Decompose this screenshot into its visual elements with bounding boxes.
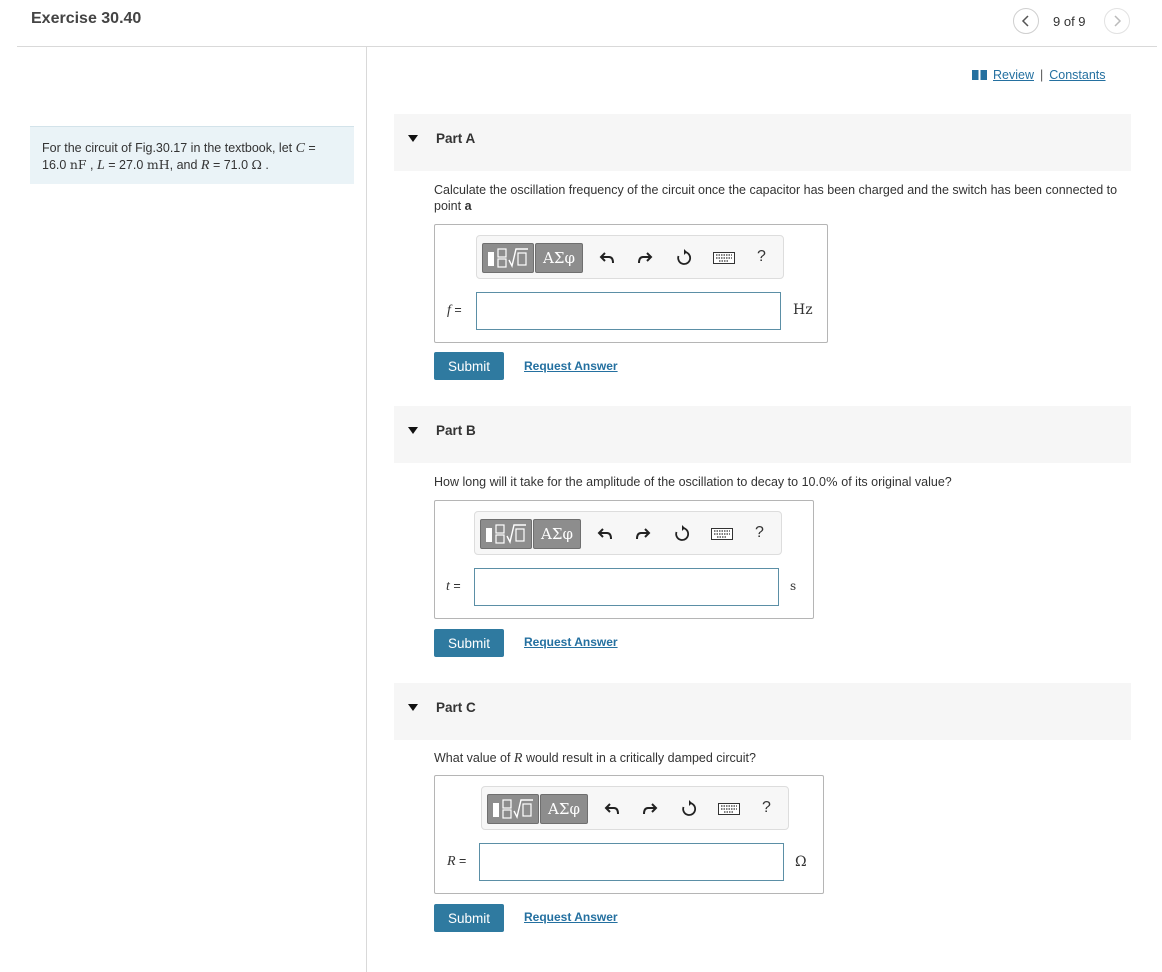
redo-icon[interactable] (640, 799, 660, 819)
problem-and: , and (169, 158, 201, 172)
part-a-title: Part A (436, 131, 476, 146)
part-b-math-toolbar: ΑΣφ ? (474, 511, 782, 555)
part-c-request-answer-link[interactable]: Request Answer (524, 910, 618, 924)
part-b-unit: s (790, 579, 797, 593)
part-b-question-percent: % (825, 474, 838, 489)
templates-icon (493, 799, 533, 820)
book-icon (972, 70, 987, 80)
part-a-unit: Hz (793, 302, 813, 318)
collapse-triangle-icon[interactable] (408, 427, 418, 434)
templates-button[interactable] (480, 519, 532, 549)
help-button[interactable]: ? (757, 248, 766, 266)
part-c-question-post: would result in a critically damped circ… (522, 751, 756, 765)
help-button[interactable]: ? (755, 524, 764, 542)
part-b-question-end: of its original value? (837, 475, 952, 489)
next-button[interactable] (1104, 8, 1130, 34)
part-c-answer-input[interactable] (479, 843, 784, 881)
greek-symbols-button[interactable]: ΑΣφ (535, 243, 583, 273)
review-link[interactable]: Review (993, 68, 1034, 82)
part-b-eq: = (449, 579, 461, 593)
part-c-header[interactable]: Part C (394, 683, 1131, 740)
keyboard-icon[interactable] (717, 799, 741, 819)
part-c-var: R (447, 854, 456, 869)
exercise-title: Exercise 30.40 (31, 10, 142, 27)
chevron-right-icon (1114, 15, 1122, 27)
part-a-answer-box: ΑΣφ ? f = Hz (434, 224, 828, 343)
resistance-value: 71.0 (223, 158, 249, 172)
part-a-math-toolbar: ΑΣφ ? (476, 235, 784, 279)
greek-symbols-button[interactable]: ΑΣφ (540, 794, 588, 824)
part-a-request-answer-link[interactable]: Request Answer (524, 359, 618, 373)
reset-icon[interactable] (679, 799, 699, 819)
link-separator: | (1040, 68, 1044, 82)
part-a-question: Calculate the oscillation frequency of t… (434, 182, 1134, 214)
part-c-submit-button[interactable]: Submit (434, 904, 504, 932)
part-c-eq: = (455, 854, 467, 868)
problem-statement: For the circuit of Fig.30.17 in the text… (30, 126, 354, 184)
pager: 9 of 9 (1053, 14, 1086, 29)
part-b-title: Part B (436, 423, 476, 438)
part-b-question-number: 10.0 (801, 475, 826, 489)
part-b-request-answer-link[interactable]: Request Answer (524, 635, 618, 649)
reset-icon[interactable] (672, 524, 692, 544)
capacitance-value: 16.0 (42, 158, 67, 172)
part-a-header[interactable]: Part A (394, 114, 1131, 171)
redo-icon[interactable] (635, 248, 655, 268)
inductance-value: 27.0 (119, 158, 144, 172)
resistance-unit: Ω (251, 157, 262, 172)
capacitance-eq: = (304, 141, 316, 155)
help-button[interactable]: ? (762, 799, 771, 817)
left-pane: For the circuit of Fig.30.17 in the text… (0, 47, 367, 972)
resistance-eq: = (209, 158, 224, 172)
part-a-submit-button[interactable]: Submit (434, 352, 504, 380)
inductance-var: L (96, 158, 105, 173)
templates-icon (488, 248, 528, 269)
collapse-triangle-icon[interactable] (408, 704, 418, 711)
top-bar: Exercise 30.40 9 of 9 (0, 0, 1162, 48)
part-b-question: How long will it take for the amplitude … (434, 474, 1134, 490)
chevron-left-icon (1021, 15, 1029, 27)
redo-icon[interactable] (633, 524, 653, 544)
part-c-var-label: R = (447, 854, 466, 870)
part-a-answer-input[interactable] (476, 292, 781, 330)
constants-link[interactable]: Constants (1049, 68, 1105, 82)
part-c-title: Part C (436, 700, 476, 715)
part-c-math-toolbar: ΑΣφ ? (481, 786, 789, 830)
templates-button[interactable] (482, 243, 534, 273)
reset-icon[interactable] (674, 248, 694, 268)
part-c-unit: Ω (795, 854, 807, 870)
templates-button[interactable] (487, 794, 539, 824)
part-a-eq: = (450, 303, 462, 317)
part-a-question-point: a (464, 199, 472, 213)
problem-intro: For the circuit of Fig.30.17 in the text… (42, 141, 296, 155)
undo-icon[interactable] (597, 248, 617, 268)
part-a-question-text: Calculate the oscillation frequency of t… (434, 183, 1118, 213)
capacitance-unit: nF (69, 157, 87, 172)
part-c-question-pre: What value of (434, 751, 514, 765)
part-b-answer-box: ΑΣφ ? t = s (434, 500, 814, 619)
templates-icon (486, 524, 526, 545)
part-b-submit-button[interactable]: Submit (434, 629, 504, 657)
keyboard-icon[interactable] (710, 524, 734, 544)
undo-icon[interactable] (602, 799, 622, 819)
inductance-eq: = (104, 158, 120, 172)
part-b-answer-input[interactable] (474, 568, 779, 606)
resource-links: Review | Constants (972, 68, 1106, 82)
part-b-var-label: t = (446, 579, 461, 595)
greek-symbols-button[interactable]: ΑΣφ (533, 519, 581, 549)
previous-button[interactable] (1013, 8, 1039, 34)
undo-icon[interactable] (595, 524, 615, 544)
keyboard-icon[interactable] (712, 248, 736, 268)
part-c-question: What value of R would result in a critic… (434, 750, 1134, 767)
part-c-answer-box: ΑΣφ ? R = Ω (434, 775, 824, 894)
problem-end: . (261, 158, 269, 172)
part-b-question-text: How long will it take for the amplitude … (434, 475, 802, 489)
collapse-triangle-icon[interactable] (408, 135, 418, 142)
capacitance-var: C (295, 141, 305, 156)
inductance-unit: mH (146, 157, 170, 172)
part-a-var-label: f = (447, 303, 462, 319)
part-b-header[interactable]: Part B (394, 406, 1131, 463)
